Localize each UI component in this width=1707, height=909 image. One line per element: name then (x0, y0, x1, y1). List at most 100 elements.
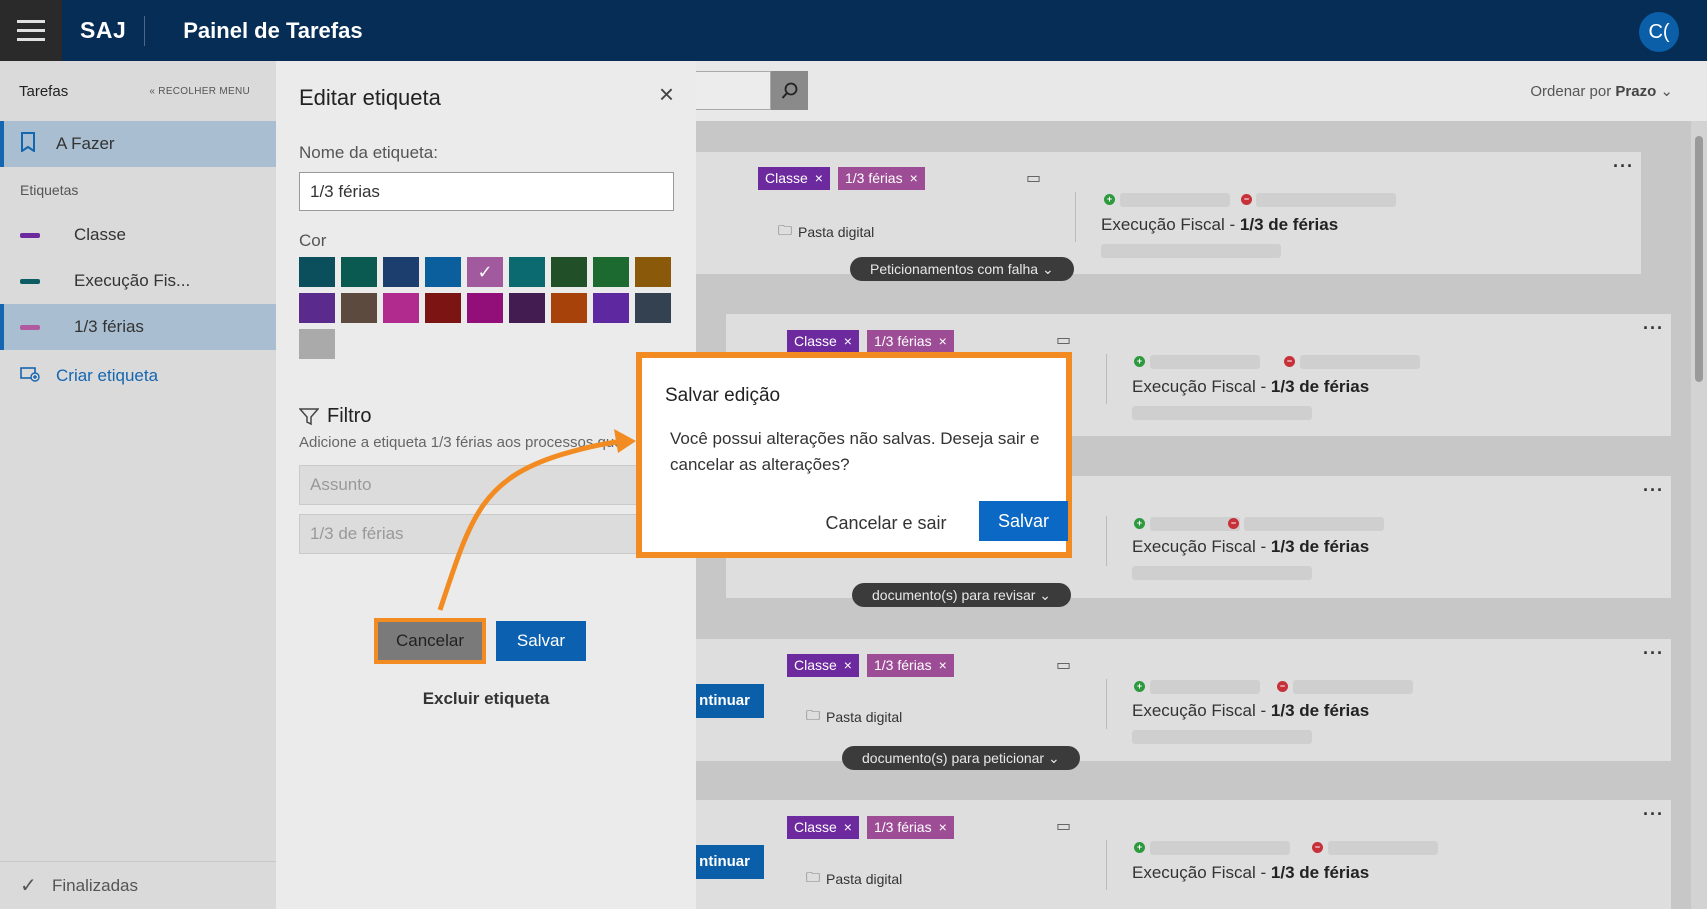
tag-ferias[interactable]: 1/3 férias × (867, 330, 954, 353)
scrollbar[interactable] (1691, 121, 1707, 909)
redacted-text (1150, 355, 1260, 369)
tag-ferias[interactable]: 1/3 férias × (867, 654, 954, 677)
folder-icon: 🗀 (778, 222, 792, 238)
digital-folder-link[interactable]: 🗀 Pasta digital (806, 705, 902, 729)
sort-dropdown[interactable]: Ordenar por Prazo ⌄ (1530, 82, 1673, 100)
divider (1106, 679, 1107, 729)
search-input[interactable] (696, 71, 771, 110)
search-button[interactable] (771, 71, 808, 110)
menu-icon[interactable] (0, 0, 62, 61)
digital-folder-link[interactable]: 🗀 Pasta digital (778, 220, 874, 244)
color-swatch[interactable] (341, 293, 377, 323)
tag-classe[interactable]: Classe × (758, 167, 830, 190)
create-label-text: Criar etiqueta (56, 366, 159, 385)
color-swatch[interactable] (425, 293, 461, 323)
review-docs-pill[interactable]: documento(s) para revisar ⌄ (852, 583, 1072, 607)
more-options-icon[interactable]: ··· (1613, 156, 1634, 177)
task-card[interactable]: ntinuar Classe × 1/3 férias × ▭ 🗀 Pasta dig… (696, 800, 1671, 909)
sidebar-item-label-ferias[interactable]: 1/3 férias (0, 304, 276, 350)
sidebar-item-label-classe[interactable]: Classe (0, 212, 276, 258)
color-swatch[interactable] (383, 293, 419, 323)
sort-value: Prazo (1615, 83, 1657, 100)
close-icon[interactable]: × (939, 333, 947, 349)
collapse-menu-button[interactable]: « RECOLHER MENU (149, 86, 250, 97)
tag-classe[interactable]: Classe × (787, 330, 859, 353)
color-swatch-selected[interactable]: ✓ (467, 257, 503, 287)
color-swatch[interactable] (467, 293, 503, 323)
more-options-icon[interactable]: ··· (1643, 804, 1664, 825)
minus-icon: − (1284, 356, 1295, 367)
sidebar-item-finished[interactable]: ✓ Finalizadas (0, 861, 276, 909)
close-icon[interactable]: × (939, 819, 947, 835)
case-tag: 1/3 de férias (1270, 863, 1370, 882)
more-options-icon[interactable]: ··· (1643, 318, 1664, 339)
filter-field-value[interactable]: 1/3 de férias (299, 514, 674, 554)
sidebar-item-label-execucao[interactable]: Execução Fis... (0, 258, 276, 304)
more-options-icon[interactable]: ··· (1643, 480, 1664, 501)
case-tag: 1/3 de férias (1270, 537, 1370, 556)
filing-docs-pill[interactable]: documento(s) para peticionar ⌄ (842, 746, 1080, 770)
dialog-save-button[interactable]: Salvar (979, 501, 1068, 541)
panel-actions: Cancelar Salvar (374, 618, 586, 664)
continue-button[interactable]: ntinuar (696, 845, 764, 879)
redacted-text (1132, 566, 1312, 580)
color-swatch[interactable] (593, 257, 629, 287)
color-swatch[interactable] (425, 257, 461, 287)
close-icon[interactable]: × (939, 657, 947, 673)
color-swatch[interactable] (635, 293, 671, 323)
filter-field-subject[interactable]: Assunto (299, 465, 674, 505)
color-caption: Cor (299, 231, 327, 250)
close-icon[interactable]: × (815, 170, 823, 186)
sidebar-item-todo[interactable]: A Fazer (0, 121, 276, 167)
close-icon[interactable]: × (910, 170, 918, 186)
color-swatch[interactable] (341, 257, 377, 287)
add-label-icon[interactable]: ▭ (1056, 816, 1071, 836)
tag-text: 1/3 férias (874, 657, 932, 673)
case-subject: Execução Fiscal - 1/3 de férias (1101, 215, 1338, 235)
color-swatch[interactable] (509, 257, 545, 287)
close-icon[interactable]: × (844, 657, 852, 673)
sort-label: Ordenar por (1530, 83, 1612, 100)
scrollbar-thumb[interactable] (1695, 136, 1703, 382)
avatar[interactable]: C( (1639, 12, 1679, 52)
color-swatch[interactable] (635, 257, 671, 287)
sidebar-item-label: 1/3 férias (74, 317, 144, 336)
label-name-input[interactable]: 1/3 férias (299, 172, 674, 211)
delete-label-button[interactable]: Excluir etiqueta (276, 689, 696, 709)
cancel-and-exit-button[interactable]: Cancelar e sair (824, 505, 948, 541)
color-swatch[interactable] (299, 293, 335, 323)
close-icon[interactable]: × (844, 819, 852, 835)
task-card[interactable]: ntinuar Classe × 1/3 férias × ▭ 🗀 Pasta dig… (696, 639, 1671, 770)
color-swatch[interactable] (551, 293, 587, 323)
task-card[interactable]: Classe × 1/3 férias × ▭ 🗀 Pasta digital + −… (696, 152, 1641, 281)
digital-folder-link[interactable]: 🗀 Pasta digital (806, 867, 902, 891)
color-swatch[interactable] (299, 329, 335, 359)
add-label-icon[interactable]: ▭ (1026, 168, 1041, 188)
more-options-icon[interactable]: ··· (1643, 643, 1664, 664)
cancel-button[interactable]: Cancelar (374, 618, 486, 664)
close-icon[interactable]: × (844, 333, 852, 349)
add-label-icon[interactable]: ▭ (1056, 655, 1071, 675)
color-swatch[interactable] (299, 257, 335, 287)
continue-label: ntinuar (699, 853, 750, 870)
plus-icon: + (1134, 681, 1145, 692)
color-swatch[interactable] (551, 257, 587, 287)
label-name-caption: Nome da etiqueta: (299, 143, 438, 162)
failed-filings-pill[interactable]: Peticionamentos com falha ⌄ (850, 257, 1074, 281)
color-swatch[interactable] (509, 293, 545, 323)
tag-classe[interactable]: Classe × (787, 654, 859, 677)
case-class: Execução Fiscal - (1132, 863, 1271, 882)
add-label-icon[interactable]: ▭ (1056, 330, 1071, 350)
tag-ferias[interactable]: 1/3 férias × (838, 167, 925, 190)
create-label-button[interactable]: Criar etiqueta (0, 353, 276, 399)
continue-button[interactable]: ntinuar (696, 684, 764, 718)
label-color-bar (20, 324, 40, 330)
minus-icon: − (1241, 194, 1252, 205)
color-swatch[interactable] (383, 257, 419, 287)
save-button[interactable]: Salvar (496, 621, 586, 661)
close-icon[interactable]: × (659, 79, 674, 110)
redacted-text (1300, 355, 1420, 369)
color-swatch[interactable] (593, 293, 629, 323)
tag-classe[interactable]: Classe × (787, 816, 859, 839)
tag-ferias[interactable]: 1/3 férias × (867, 816, 954, 839)
